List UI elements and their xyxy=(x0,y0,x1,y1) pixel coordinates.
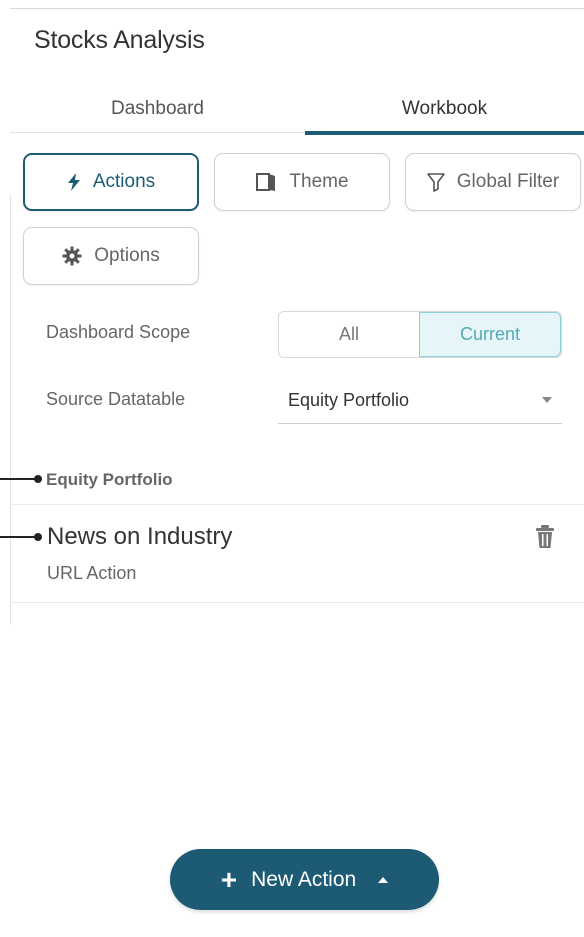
actions-button-label: Actions xyxy=(92,171,156,192)
workbook-panel: Stocks Analysis Dashboard Workbook Actio… xyxy=(0,0,584,937)
action-group-header: Equity Portfolio xyxy=(46,470,173,489)
theme-button-label: Theme xyxy=(289,171,349,192)
lightning-icon xyxy=(67,173,81,191)
action-type: URL Action xyxy=(47,563,137,583)
gear-icon xyxy=(62,246,82,266)
tab-dashboard[interactable]: Dashboard xyxy=(10,84,305,133)
dashboard-scope-label: Dashboard Scope xyxy=(46,322,191,342)
theme-book-icon xyxy=(255,172,277,192)
tab-workbook[interactable]: Workbook xyxy=(305,84,584,135)
options-button[interactable]: Options xyxy=(23,227,199,285)
scope-option-current[interactable]: Current xyxy=(419,312,561,357)
dashboard-scope-toggle: All Current xyxy=(278,311,562,358)
filter-funnel-icon xyxy=(426,172,445,192)
plus-icon: + xyxy=(220,863,238,895)
action-name: News on Industry xyxy=(47,523,233,550)
scope-option-all[interactable]: All xyxy=(279,312,419,357)
top-divider xyxy=(10,8,584,9)
callout-line-group xyxy=(0,478,38,480)
page-title: Stocks Analysis xyxy=(34,26,205,54)
source-datatable-value: Equity Portfolio xyxy=(288,390,410,410)
global-filter-button-label: Global Filter xyxy=(456,171,560,192)
global-filter-button[interactable]: Global Filter xyxy=(405,153,581,211)
source-datatable-dropdown[interactable]: Equity Portfolio xyxy=(278,378,562,424)
new-action-button[interactable]: + New Action xyxy=(170,849,439,910)
new-action-label: New Action xyxy=(251,867,357,891)
source-datatable-label: Source Datatable xyxy=(46,389,186,409)
chevron-down-icon xyxy=(542,397,552,403)
trash-icon[interactable] xyxy=(535,525,555,554)
callout-dot-group xyxy=(34,475,42,483)
tab-bar: Dashboard Workbook xyxy=(10,84,584,135)
action-list-item[interactable]: News on Industry URL Action xyxy=(10,505,584,603)
chevron-up-icon xyxy=(378,876,389,883)
actions-button[interactable]: Actions xyxy=(23,153,199,211)
theme-button[interactable]: Theme xyxy=(214,153,390,211)
options-button-label: Options xyxy=(94,245,160,266)
